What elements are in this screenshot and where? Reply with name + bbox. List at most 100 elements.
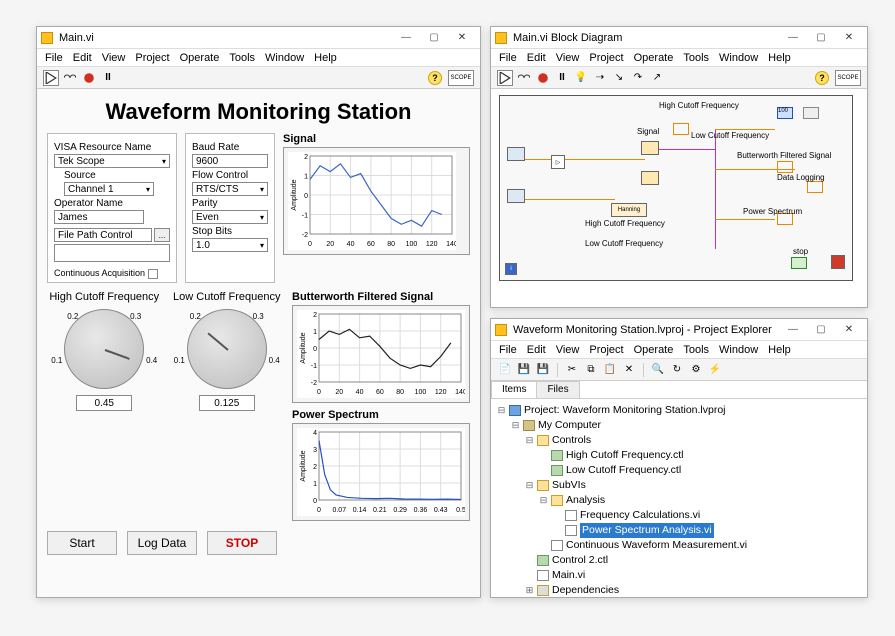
continuous-acq-checkbox[interactable] [148,269,158,279]
pause-button[interactable]: II [554,70,570,86]
tree-cwm-vi[interactable]: Continuous Waveform Measurement.vi [497,538,861,553]
menu-project[interactable]: Project [589,52,623,64]
tree-analysis-folder[interactable]: ⊟Analysis [497,493,861,508]
open-icon[interactable]: 📄 [497,362,513,378]
close-button[interactable]: ✕ [835,29,863,47]
menu-edit[interactable]: Edit [527,52,546,64]
menu-operate[interactable]: Operate [180,52,220,64]
retain-wire-button[interactable]: ⇢ [592,70,608,86]
menu-file[interactable]: File [45,52,63,64]
menu-view[interactable]: View [556,52,580,64]
menu-operate[interactable]: Operate [634,52,674,64]
maximize-button[interactable]: ▢ [807,321,835,339]
numeric-constant[interactable]: 100 [777,107,793,119]
stopbits-select[interactable]: 1.0 [192,238,268,252]
subvi-node[interactable] [641,171,659,185]
minimize-button[interactable]: — [779,321,807,339]
stop-terminal[interactable] [791,257,807,269]
tree-dependencies[interactable]: ⊞Dependencies [497,583,861,597]
boolean-terminal[interactable] [803,107,819,119]
maximize-button[interactable]: ▢ [420,29,448,47]
run-button[interactable] [43,70,59,86]
lcf-readout[interactable]: 0.125 [199,395,255,411]
start-button[interactable]: Start [47,531,117,555]
stop-button[interactable]: STOP [207,531,277,555]
step-out-button[interactable]: ↗ [649,70,665,86]
titlebar[interactable]: Main.vi Block Diagram — ▢ ✕ [491,27,867,49]
tree-hcf-ctl[interactable]: High Cutoff Frequency.ctl [497,448,861,463]
step-into-button[interactable]: ↘ [611,70,627,86]
hanning-ring[interactable]: Hanning [611,203,647,217]
run-button[interactable] [497,70,513,86]
log-data-button[interactable]: Log Data [127,531,197,555]
menu-tools[interactable]: Tools [683,344,709,356]
tree-project-root[interactable]: ⊟Project: Waveform Monitoring Station.lv… [497,403,861,418]
menu-edit[interactable]: Edit [527,344,546,356]
menu-project[interactable]: Project [135,52,169,64]
run-continuous-button[interactable] [516,70,532,86]
vi-icon[interactable]: SCOPE [448,70,474,86]
triangle-node[interactable]: ▷ [551,155,565,169]
data-logging-terminal[interactable] [807,181,823,193]
signal-terminal[interactable] [673,123,689,135]
cluster-node[interactable] [507,147,525,161]
tree-power-spectrum-vi[interactable]: Power Spectrum Analysis.vi [497,523,861,538]
menu-window[interactable]: Window [719,52,758,64]
save-all-icon[interactable]: 💾 [535,362,551,378]
file-path-value[interactable] [54,244,170,262]
menu-operate[interactable]: Operate [634,344,674,356]
menu-file[interactable]: File [499,52,517,64]
refresh-icon[interactable]: ↻ [669,362,685,378]
bfs-terminal[interactable] [777,161,793,173]
tree-control2-ctl[interactable]: Control 2.ctl [497,553,861,568]
resolve-icon[interactable]: ⚡ [707,362,723,378]
abort-button[interactable] [81,70,97,86]
filter-subvi[interactable] [641,141,659,155]
pause-button[interactable]: II [100,70,116,86]
help-icon[interactable]: ? [428,71,442,85]
menu-window[interactable]: Window [719,344,758,356]
tree-lcf-ctl[interactable]: Low Cutoff Frequency.ctl [497,463,861,478]
minimize-button[interactable]: — [779,29,807,47]
cut-icon[interactable]: ✂ [564,362,580,378]
visa-resource-select[interactable]: Tek Scope [54,154,170,168]
paste-icon[interactable]: 📋 [602,362,618,378]
menu-help[interactable]: Help [768,52,791,64]
menu-window[interactable]: Window [265,52,304,64]
properties-icon[interactable]: ⚙ [688,362,704,378]
save-icon[interactable]: 💾 [516,362,532,378]
close-button[interactable]: ✕ [448,29,476,47]
tree-main-vi[interactable]: Main.vi [497,568,861,583]
tree-my-computer[interactable]: ⊟My Computer [497,418,861,433]
menu-file[interactable]: File [499,344,517,356]
maximize-button[interactable]: ▢ [807,29,835,47]
titlebar[interactable]: Main.vi — ▢ ✕ [37,27,480,49]
flow-select[interactable]: RTS/CTS [192,182,268,196]
file-path-input[interactable]: File Path Control [54,228,152,242]
tree-subvis-folder[interactable]: ⊟SubVIs [497,478,861,493]
menu-view[interactable]: View [102,52,126,64]
menu-tools[interactable]: Tools [229,52,255,64]
help-icon[interactable]: ? [815,71,829,85]
source-select[interactable]: Channel 1 [64,182,154,196]
find-icon[interactable]: 🔍 [650,362,666,378]
hcf-readout[interactable]: 0.45 [76,395,132,411]
vi-icon[interactable]: SCOPE [835,70,861,86]
abort-button[interactable] [535,70,551,86]
titlebar[interactable]: Waveform Monitoring Station.lvproj - Pro… [491,319,867,341]
menu-help[interactable]: Help [768,344,791,356]
tree-controls-folder[interactable]: ⊟Controls [497,433,861,448]
cluster-node[interactable] [507,189,525,203]
delete-icon[interactable]: ✕ [621,362,637,378]
lcf-knob[interactable]: 0.1 0.2 0.3 0.4 [187,309,267,389]
baud-input[interactable]: 9600 [192,154,268,168]
loop-iteration-icon[interactable]: i [505,263,517,275]
browse-button[interactable]: ... [154,228,170,242]
menu-edit[interactable]: Edit [73,52,92,64]
menu-tools[interactable]: Tools [683,52,709,64]
hcf-knob[interactable]: 0.1 0.2 0.3 0.4 [64,309,144,389]
tab-files[interactable]: Files [536,381,579,398]
menu-help[interactable]: Help [314,52,337,64]
tab-items[interactable]: Items [491,381,537,398]
copy-icon[interactable]: ⧉ [583,362,599,378]
